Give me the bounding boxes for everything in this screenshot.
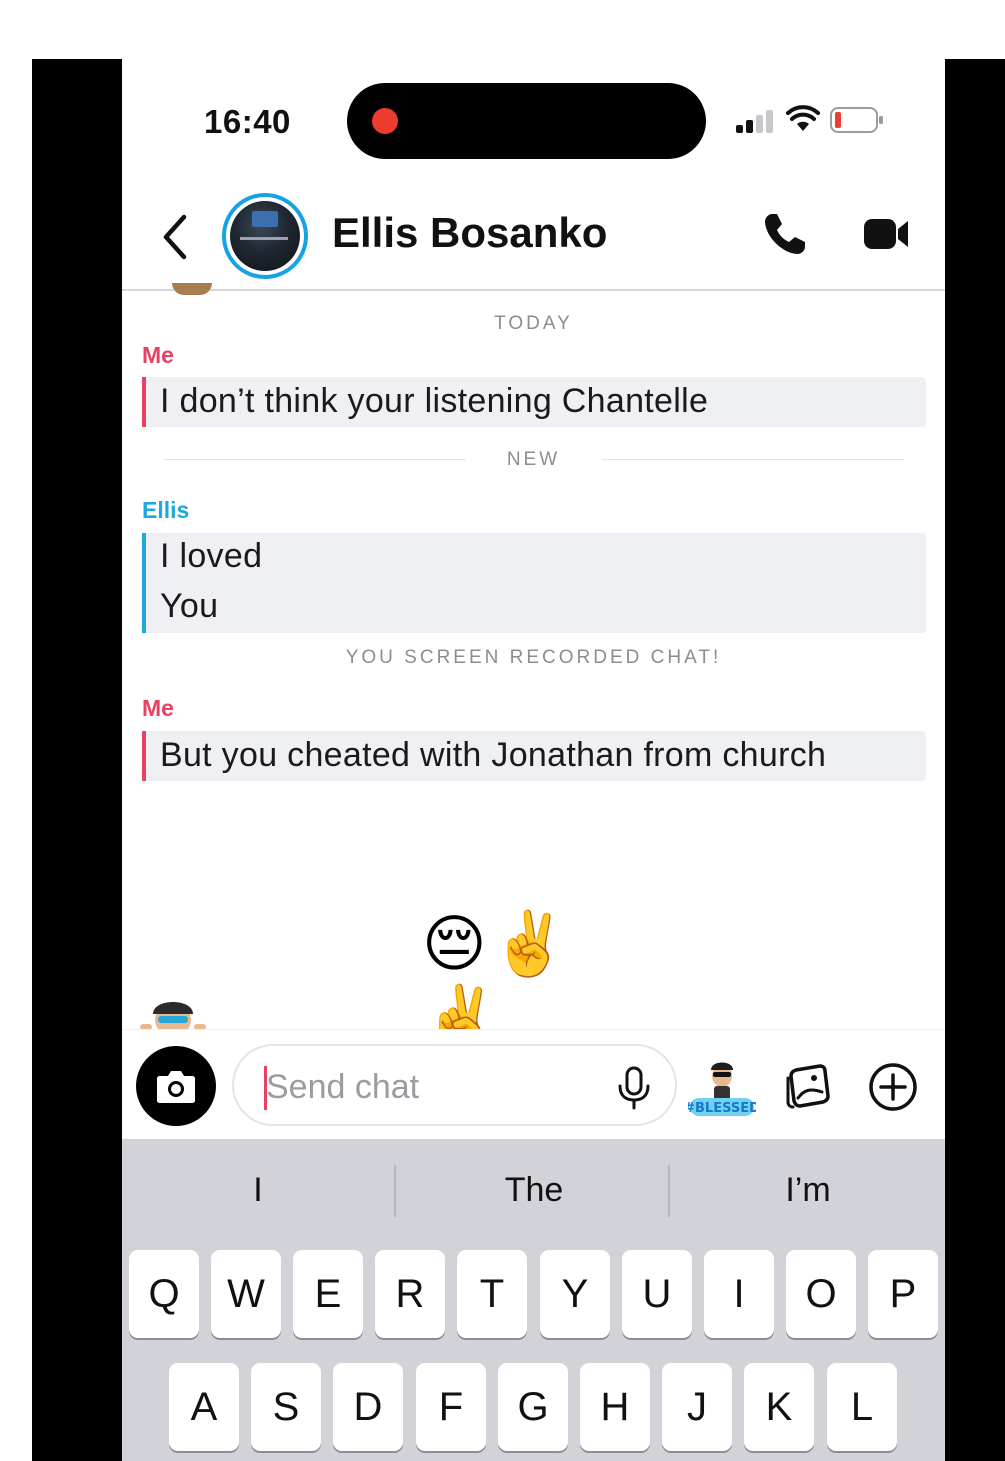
suggestion-separator	[394, 1165, 396, 1217]
bitmoji-sticker-text: #BLESSED	[688, 1101, 756, 1116]
key-q[interactable]: Q	[129, 1250, 199, 1338]
key-w[interactable]: W	[211, 1250, 281, 1338]
key-r[interactable]: R	[375, 1250, 445, 1338]
camera-button[interactable]	[136, 1046, 216, 1126]
camera-icon	[157, 1071, 195, 1103]
chat-input-bar: Send chat #BLESSED	[122, 1029, 945, 1139]
key-e[interactable]: E	[293, 1250, 363, 1338]
letterbox-left	[32, 59, 122, 1461]
bitmoji-typing-icon	[140, 1002, 206, 1030]
contact-avatar[interactable]	[222, 193, 308, 279]
screen-record-notice: YOU SCREEN RECORDED CHAT!	[345, 647, 722, 668]
key-u[interactable]: U	[622, 1250, 692, 1338]
sticker-memories-icon[interactable]	[784, 1064, 830, 1110]
video-call-icon[interactable]	[862, 215, 912, 253]
message-bubble[interactable]: But you cheated with Jonathan from churc…	[142, 731, 926, 781]
key-j[interactable]: J	[662, 1363, 732, 1451]
letterbox-right	[945, 59, 1005, 1461]
key-o[interactable]: O	[786, 1250, 856, 1338]
emoji-message[interactable]: 😔✌️✌️	[422, 907, 632, 1054]
suggestion-1[interactable]: I	[128, 1171, 388, 1210]
message-text: I loved	[160, 537, 263, 575]
bitmoji-blessed-icon: #BLESSED	[684, 1062, 760, 1116]
recording-indicator-icon	[372, 108, 398, 134]
send-chat-input[interactable]: Send chat	[232, 1044, 677, 1126]
wifi-icon	[786, 105, 820, 131]
key-g[interactable]: G	[498, 1363, 568, 1451]
message-accent	[142, 731, 146, 781]
key-a[interactable]: A	[169, 1363, 239, 1451]
day-divider: TODAY	[494, 313, 573, 334]
new-divider-line-right	[602, 459, 904, 460]
back-chevron-icon[interactable]	[158, 213, 192, 261]
phone-screen: 16:40 Ellis Bosanko T O DAY Me I don’t thi…	[122, 59, 945, 1461]
message-sender: Me	[142, 342, 174, 368]
key-s[interactable]: S	[251, 1363, 321, 1451]
cellular-signal-icon	[736, 109, 776, 133]
key-i[interactable]: I	[704, 1250, 774, 1338]
message-bubble[interactable]: I don’t think your listening Chantelle	[142, 377, 926, 427]
message-sender: Ellis	[142, 497, 190, 523]
key-t[interactable]: T	[457, 1250, 527, 1338]
phone-call-icon[interactable]	[762, 211, 808, 257]
key-h[interactable]: H	[580, 1363, 650, 1451]
message-text: You	[160, 587, 219, 625]
avatar-story-image	[230, 201, 300, 271]
message-sender: Me	[142, 695, 174, 721]
key-f[interactable]: F	[416, 1363, 486, 1451]
status-time: 16:40	[204, 103, 291, 140]
add-plus-icon[interactable]	[868, 1062, 918, 1112]
message-bubble[interactable]: I loved You	[142, 533, 926, 633]
key-d[interactable]: D	[333, 1363, 403, 1451]
message-accent	[142, 377, 146, 427]
message-text: But you cheated with Jonathan from churc…	[160, 736, 827, 774]
dynamic-island	[347, 83, 706, 159]
chat-header: Ellis Bosanko	[122, 189, 945, 291]
suggestion-separator	[668, 1165, 670, 1217]
message-text: I don’t think your listening Chantelle	[160, 382, 709, 420]
new-divider: NEW	[506, 449, 561, 470]
ios-keyboard: I The I’m Q W E R T Y U I O P A S D F G …	[122, 1139, 945, 1461]
suggestion-3[interactable]: I’m	[678, 1171, 938, 1210]
bitmoji-sticker-button[interactable]: #BLESSED	[684, 1056, 760, 1120]
previous-bitmoji-peek	[172, 283, 212, 295]
key-y[interactable]: Y	[540, 1250, 610, 1338]
send-chat-placeholder: Send chat	[266, 1068, 420, 1106]
suggestion-2[interactable]: The	[404, 1171, 664, 1210]
contact-name[interactable]: Ellis Bosanko	[332, 209, 607, 257]
battery-icon	[830, 107, 883, 133]
key-k[interactable]: K	[744, 1363, 814, 1451]
key-p[interactable]: P	[868, 1250, 938, 1338]
message-accent	[142, 533, 146, 633]
key-l[interactable]: L	[827, 1363, 897, 1451]
microphone-icon[interactable]	[616, 1066, 652, 1110]
